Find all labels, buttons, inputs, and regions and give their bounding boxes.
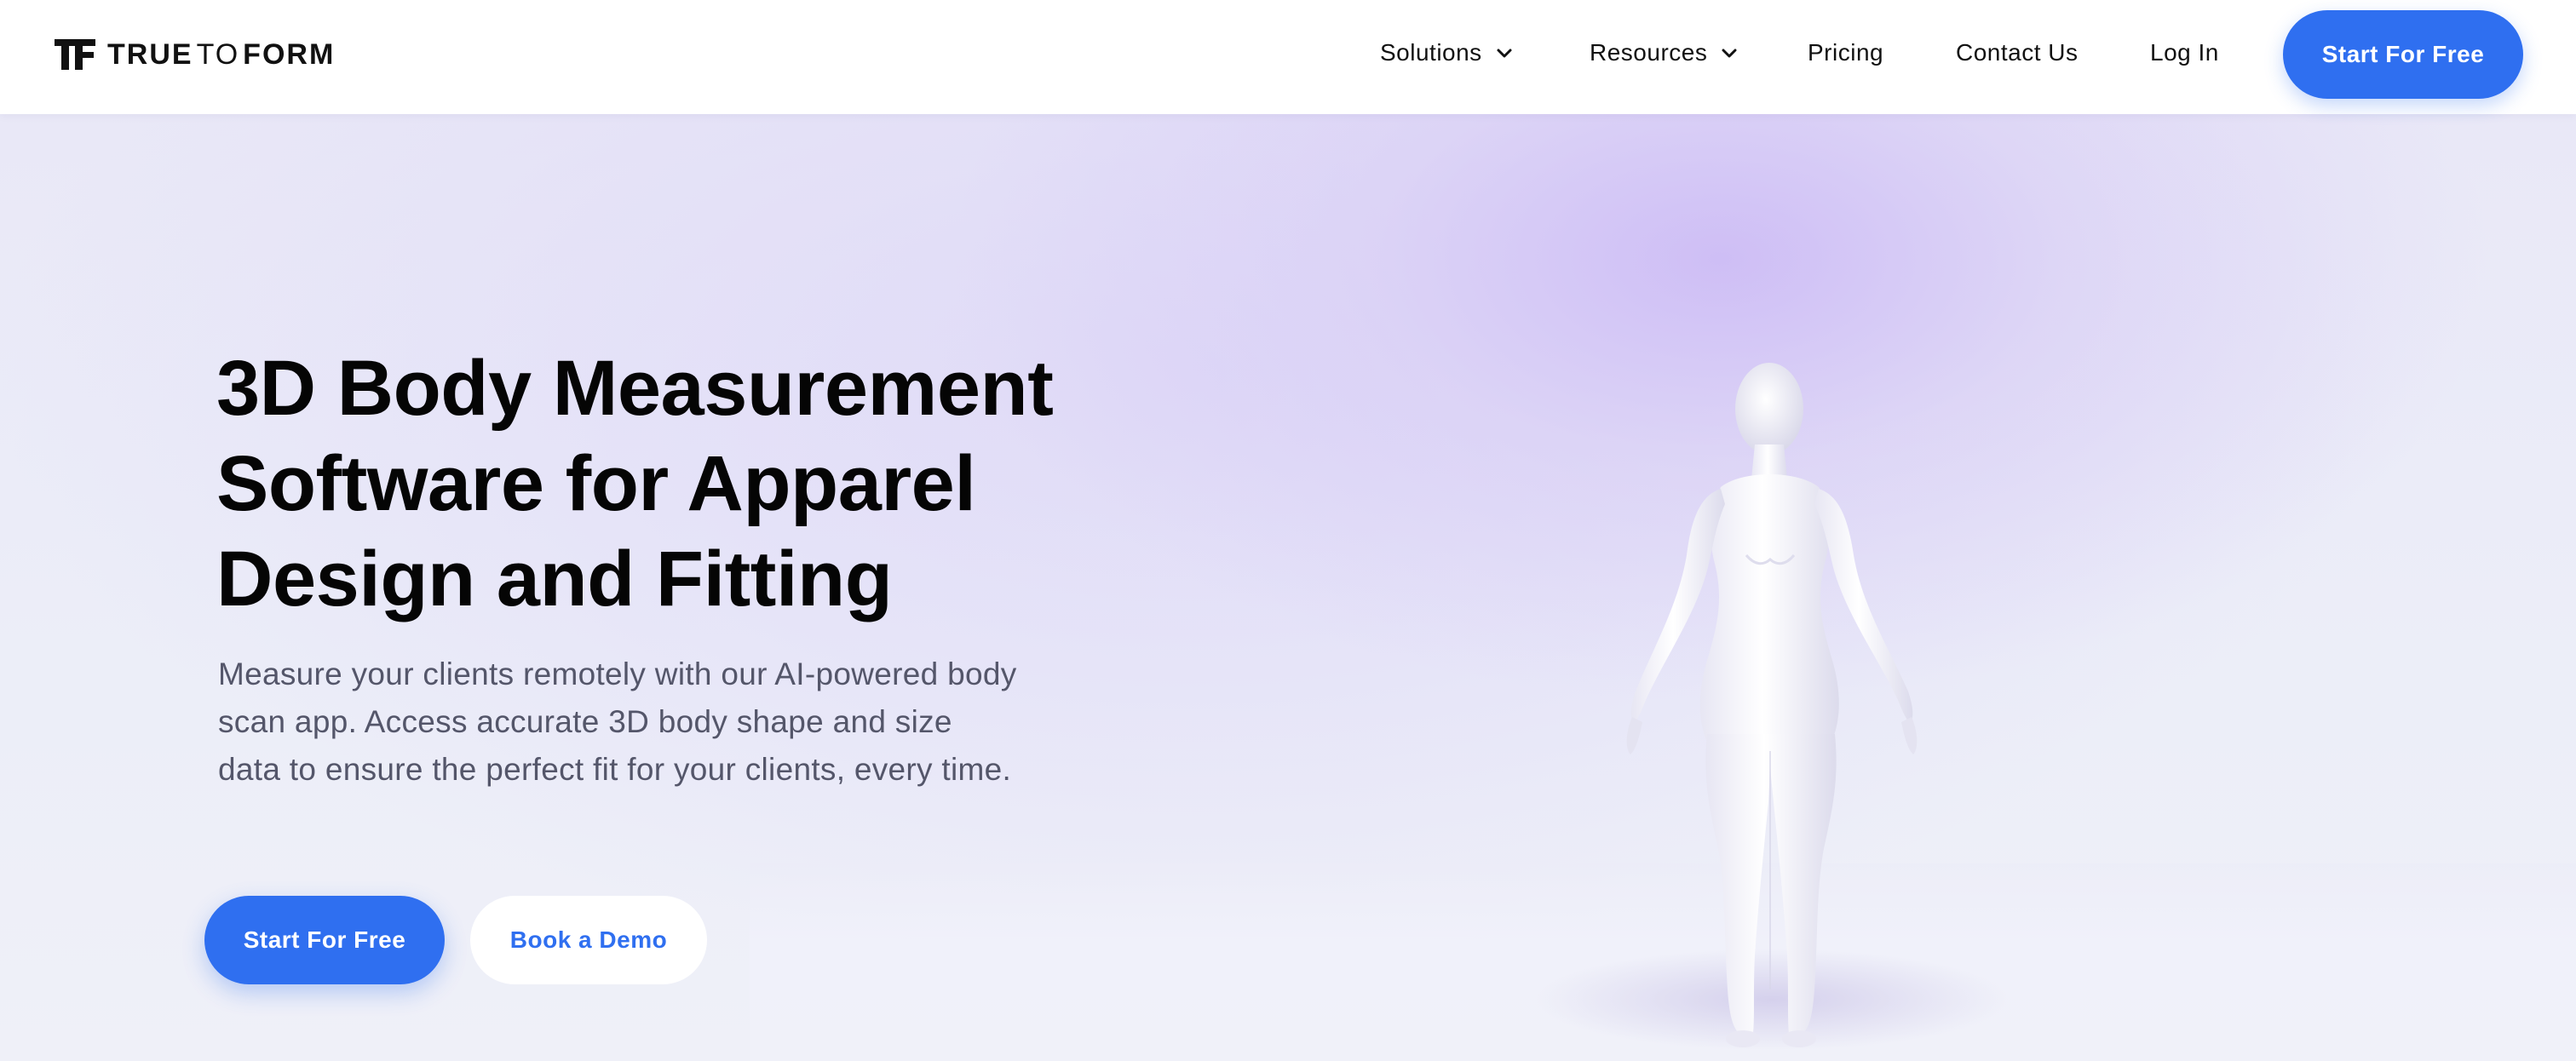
logo-word-form: FORM [243,37,336,71]
hero-description: Measure your clients remotely with our A… [218,657,1017,787]
chevron-down-icon [1497,49,1512,58]
nav-contact-us[interactable]: Contact Us [1956,36,2079,70]
hero-title-line-3: Design and Fitting [216,536,893,622]
nav-pricing-label: Pricing [1808,39,1884,66]
nav-contact-us-label: Contact Us [1956,39,2079,66]
hero-section: 3D Body Measurement Software for Apparel… [0,114,2576,1061]
book-demo-button[interactable]: Book a Demo [470,896,707,984]
logo-wordmark: TRUE TO FORM [107,38,335,72]
3d-body-model-icon [1626,363,1918,1047]
header-start-free-button[interactable]: Start For Free [2283,10,2523,99]
nav-solutions-label: Solutions [1380,39,1482,66]
nav-log-in[interactable]: Log In [2150,36,2219,70]
nav-log-in-label: Log In [2150,39,2219,66]
hero-start-free-button[interactable]: Start For Free [204,896,445,984]
logo-word-true: TRUE [107,37,193,71]
nav-solutions[interactable]: Solutions [1380,36,1515,70]
nav-resources-label: Resources [1590,39,1708,66]
hero-title-line-1: 3D Body Measurement [216,345,1054,432]
hero-title: 3D Body Measurement Software for Apparel… [216,341,1068,627]
tf-logo-icon [55,39,95,70]
true-to-form-logo[interactable]: TRUE TO FORM [55,37,335,72]
chevron-down-icon [1722,49,1737,58]
site-header: TRUE TO FORM Solutions Resources Pricing… [0,0,2576,114]
hero-title-line-2: Software for Apparel [216,440,976,527]
nav-resources[interactable]: Resources [1590,36,1739,70]
nav-pricing[interactable]: Pricing [1808,36,1883,70]
logo-word-to: TO [196,37,240,71]
